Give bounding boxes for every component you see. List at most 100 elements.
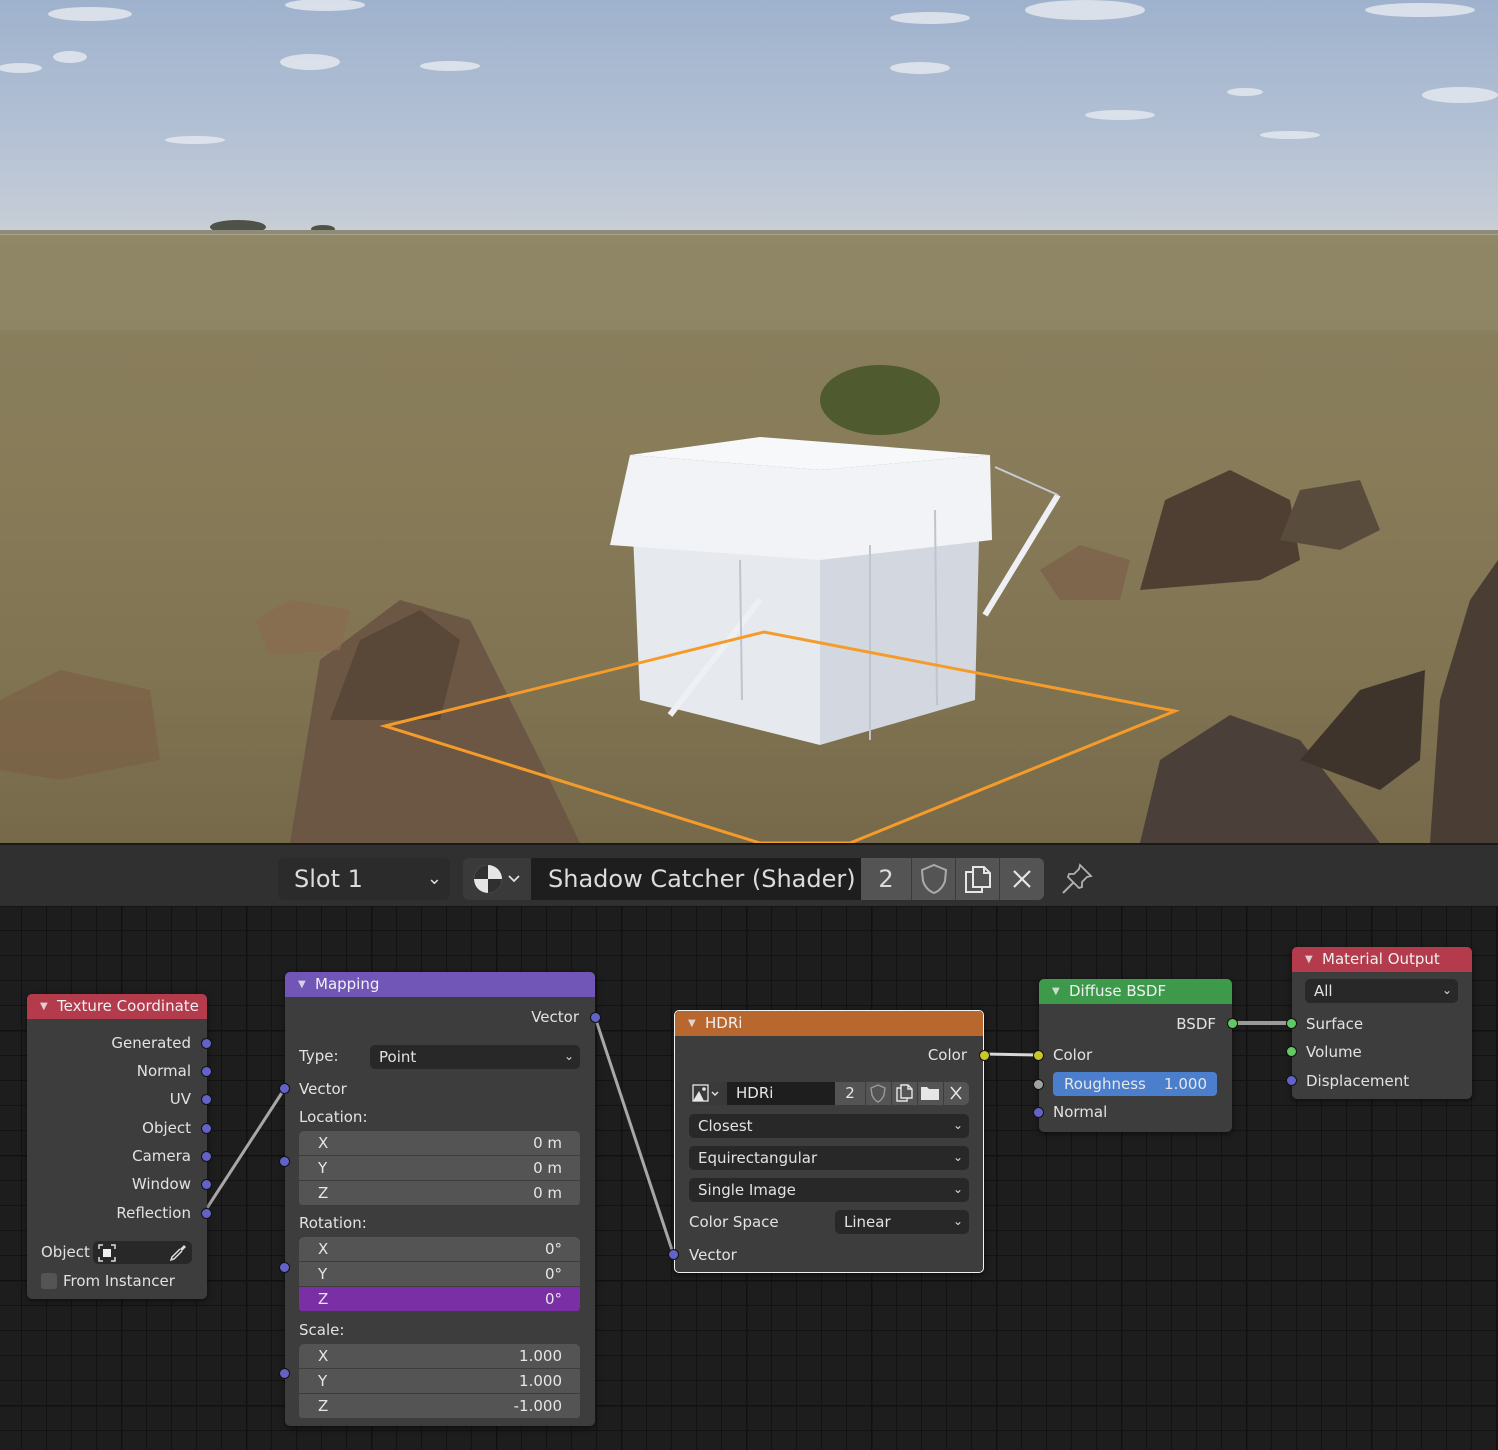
socket-input-normal[interactable] <box>1033 1107 1044 1118</box>
node-title: Texture Coordinate <box>57 997 199 1015</box>
material-slot-dropdown[interactable]: Slot 1 ⌄ <box>278 858 450 900</box>
node-title: Mapping <box>315 975 380 993</box>
socket-input-vector[interactable] <box>668 1249 679 1260</box>
material-name-field[interactable]: Shadow Catcher (Shader) <box>531 858 861 900</box>
pin-icon <box>1062 863 1093 894</box>
collapse-icon[interactable]: ▼ <box>688 1011 696 1036</box>
node-header[interactable]: ▼ Diffuse BSDF <box>1039 979 1232 1004</box>
projection-dropdown[interactable]: Equirectangular ⌄ <box>689 1146 969 1170</box>
scale-y-field[interactable]: Y 1.000 <box>299 1369 580 1393</box>
texture-coordinate-node[interactable]: ▼ Texture Coordinate Generated Normal UV… <box>27 994 212 1299</box>
fake-user-button[interactable] <box>911 858 955 900</box>
output-bsdf: BSDF <box>1176 1015 1216 1033</box>
mapping-type-dropdown[interactable]: Point ⌄ <box>370 1045 580 1069</box>
object-label: Object <box>41 1243 90 1261</box>
eyedropper-icon[interactable] <box>168 1243 188 1263</box>
image-user-count[interactable]: 2 <box>835 1082 865 1105</box>
link-reflection-to-mapping-vector[interactable] <box>205 1087 287 1209</box>
shield-icon <box>920 863 947 895</box>
input-displacement-label: Displacement <box>1306 1072 1410 1090</box>
socket-scale[interactable] <box>279 1368 290 1379</box>
scale-x-field[interactable]: X 1.000 <box>299 1344 580 1368</box>
socket-rotation[interactable] <box>279 1262 290 1273</box>
from-instancer-checkbox[interactable] <box>41 1273 57 1289</box>
rotation-x-field[interactable]: X 0° <box>299 1237 580 1261</box>
socket-generated[interactable] <box>201 1038 212 1049</box>
socket-object[interactable] <box>201 1123 212 1134</box>
output-vector: Vector <box>531 1008 579 1026</box>
collapse-icon[interactable]: ▼ <box>1052 979 1060 1004</box>
object-picker-field[interactable] <box>93 1241 192 1264</box>
open-image-button[interactable] <box>917 1082 943 1105</box>
location-y-field[interactable]: Y0 m <box>299 1156 580 1180</box>
socket-input-vector[interactable] <box>279 1083 290 1094</box>
input-color-label: Color <box>1053 1046 1093 1064</box>
socket-normal[interactable] <box>201 1066 212 1077</box>
new-material-button[interactable] <box>955 858 999 900</box>
location-x-field[interactable]: X0 m <box>299 1131 580 1155</box>
output-reflection: Reflection <box>116 1204 191 1222</box>
socket-input-volume[interactable] <box>1286 1046 1297 1057</box>
close-icon <box>950 1086 962 1100</box>
socket-output-color[interactable] <box>979 1050 990 1061</box>
image-name-field[interactable]: HDRi <box>727 1082 835 1105</box>
duplicate-icon <box>964 866 991 893</box>
rotation-y-field[interactable]: Y 0° <box>299 1262 580 1286</box>
interpolation-dropdown[interactable]: Closest ⌄ <box>689 1114 969 1138</box>
rotation-fields: X 0° Y 0° Z 0° <box>299 1237 580 1312</box>
object-icon <box>98 1244 116 1262</box>
socket-window[interactable] <box>201 1179 212 1190</box>
hdri-image-texture-node[interactable]: ▼ HDRi Color HDRi 2 Closest ⌄ Equirectan… <box>668 1010 990 1273</box>
node-header[interactable]: ▼ HDRi <box>675 1011 983 1036</box>
source-dropdown[interactable]: Single Image ⌄ <box>689 1178 969 1202</box>
socket-input-surface[interactable] <box>1286 1018 1297 1029</box>
socket-uv[interactable] <box>201 1094 212 1105</box>
output-color: Color <box>927 1046 967 1064</box>
socket-output-vector[interactable] <box>590 1012 601 1023</box>
diffuse-bsdf-node[interactable]: ▼ Diffuse BSDF BSDF Color Roughness 1.00… <box>1033 979 1238 1132</box>
roughness-slider[interactable]: Roughness 1.000 <box>1053 1072 1217 1096</box>
socket-reflection[interactable] <box>201 1208 212 1219</box>
material-user-count[interactable]: 2 <box>861 858 911 900</box>
input-vector-label: Vector <box>689 1246 737 1264</box>
3d-viewport[interactable] <box>0 0 1498 843</box>
color-space-dropdown[interactable]: Linear ⌄ <box>835 1210 969 1234</box>
fake-user-button[interactable] <box>865 1082 891 1105</box>
scale-z-field[interactable]: Z -1.000 <box>299 1394 580 1418</box>
shader-node-editor[interactable]: ▼ Texture Coordinate Generated Normal UV… <box>0 906 1498 1450</box>
rotation-z-field[interactable]: Z 0° <box>299 1287 580 1311</box>
material-output-node[interactable]: ▼ Material Output All ⌄ Surface Volume Di… <box>1286 947 1472 1099</box>
collapse-icon[interactable]: ▼ <box>1305 947 1313 972</box>
browse-material-button[interactable] <box>463 858 531 900</box>
link-hdri-color-to-diffuse-color[interactable] <box>983 1052 1039 1057</box>
chevron-down-icon: ⌄ <box>952 1150 963 1164</box>
socket-camera[interactable] <box>201 1151 212 1162</box>
collapse-icon[interactable]: ▼ <box>298 972 306 997</box>
socket-input-roughness[interactable] <box>1033 1079 1044 1090</box>
node-header[interactable]: ▼ Mapping <box>285 972 595 997</box>
socket-location[interactable] <box>279 1156 290 1167</box>
mapping-node[interactable]: ▼ Mapping Vector Type: Point ⌄ Vector Lo… <box>279 972 601 1426</box>
chevron-down-icon: ⌄ <box>1441 983 1452 997</box>
node-header[interactable]: ▼ Material Output <box>1292 947 1472 972</box>
new-image-button[interactable] <box>891 1082 917 1105</box>
bush <box>820 365 940 435</box>
type-label: Type: <box>299 1047 339 1065</box>
socket-input-displacement[interactable] <box>1286 1075 1297 1086</box>
socket-input-color[interactable] <box>1033 1050 1044 1061</box>
node-header[interactable]: ▼ Texture Coordinate <box>27 994 207 1019</box>
pin-button[interactable] <box>1055 858 1099 900</box>
from-instancer-label: From Instancer <box>63 1272 175 1290</box>
render-target-dropdown[interactable]: All ⌄ <box>1305 979 1458 1003</box>
unlink-image-button[interactable] <box>943 1082 969 1105</box>
unlink-material-button[interactable] <box>999 858 1044 900</box>
chevron-down-icon: ⌄ <box>952 1118 963 1132</box>
collapse-icon[interactable]: ▼ <box>40 994 48 1019</box>
horizon-trees <box>0 220 1498 234</box>
clouds <box>0 0 1498 144</box>
browse-image-button[interactable] <box>689 1082 727 1105</box>
scale-label: Scale: <box>299 1321 345 1339</box>
location-z-field[interactable]: Z0 m <box>299 1181 580 1205</box>
socket-output-bsdf[interactable] <box>1227 1018 1238 1029</box>
link-mapping-to-hdri-vector[interactable] <box>593 1016 675 1254</box>
